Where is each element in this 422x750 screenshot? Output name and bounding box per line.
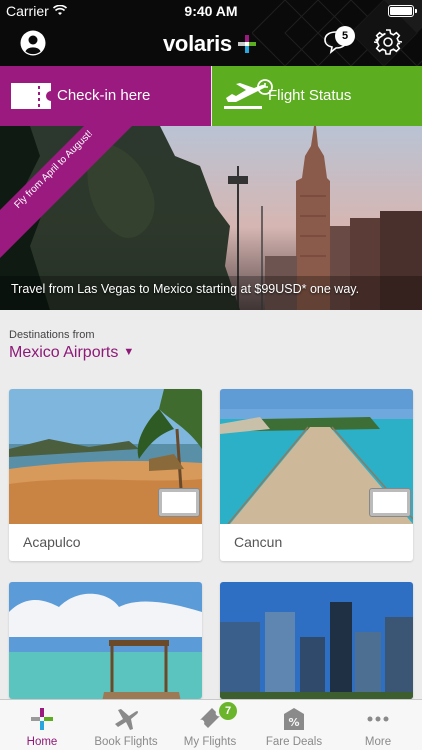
nav-bar: volaris 5 — [0, 22, 422, 66]
top-header: Carrier 9:40 AM volaris 5 — [0, 0, 422, 66]
tab-label: More — [364, 736, 392, 748]
origin-airport-value: Mexico Airports — [9, 344, 119, 361]
destination-card-cancun[interactable]: Cancun — [220, 389, 413, 561]
flight-status-button[interactable]: Flight Status — [212, 66, 422, 126]
promo-banner[interactable]: Fly from April to August! Travel from La… — [0, 126, 422, 310]
cultural-festival-badge — [158, 488, 200, 517]
flight-status-label: Flight Status — [268, 87, 352, 104]
tab-fare-deals[interactable]: % Fare Deals — [252, 700, 336, 750]
tab-label: Fare Deals — [265, 736, 323, 748]
tab-label: Book Flights — [94, 736, 158, 748]
status-bar: Carrier 9:40 AM — [0, 0, 422, 22]
volaris-star-icon — [237, 35, 256, 53]
chevron-down-icon: ▼ — [123, 346, 135, 358]
more-dots-icon — [367, 716, 389, 722]
battery-icon — [388, 5, 417, 17]
destination-card-beach[interactable] — [9, 582, 202, 699]
tab-label: My Flights — [183, 736, 237, 748]
tab-label: Home — [26, 736, 58, 748]
destinations-label: Destinations from — [9, 329, 95, 341]
logo-text: volaris — [163, 31, 232, 56]
volaris-star-icon — [31, 708, 53, 730]
tab-more[interactable]: More — [336, 700, 420, 750]
bottom-tab-bar: Home Book Flights My Flights % Fare Deal… — [0, 699, 422, 750]
destination-name: Acapulco — [23, 534, 81, 550]
tab-my-flights[interactable]: My Flights — [168, 700, 252, 750]
beach-palapa-image — [9, 582, 202, 699]
my-flights-count-badge: 7 — [219, 702, 237, 720]
app-screen: Carrier 9:40 AM volaris 5 Check-in here … — [0, 0, 422, 750]
boarding-pass-icon — [11, 83, 51, 109]
check-in-label: Check-in here — [57, 87, 151, 104]
profile-icon[interactable] — [20, 30, 46, 56]
svg-text:%: % — [288, 716, 299, 729]
volaris-logo: volaris — [163, 31, 256, 57]
tab-book-flights[interactable]: Book Flights — [84, 700, 168, 750]
cultural-festival-badge — [369, 488, 411, 517]
check-in-button[interactable]: Check-in here — [0, 66, 211, 126]
destination-card-acapulco[interactable]: Acapulco — [9, 389, 202, 561]
airplane-icon — [115, 709, 139, 730]
notification-count-badge: 5 — [335, 26, 355, 46]
destination-card-city[interactable] — [220, 582, 413, 699]
status-time: 9:40 AM — [184, 3, 238, 19]
city-skyline-image — [220, 582, 413, 699]
origin-airport-dropdown[interactable]: Mexico Airports ▼ — [9, 344, 134, 362]
destination-name: Cancun — [234, 534, 283, 550]
promo-caption: Travel from Las Vegas to Mexico starting… — [11, 282, 360, 296]
percent-tag-icon: % — [284, 708, 304, 730]
gear-icon[interactable] — [374, 28, 402, 56]
tab-home[interactable]: Home — [0, 700, 84, 750]
